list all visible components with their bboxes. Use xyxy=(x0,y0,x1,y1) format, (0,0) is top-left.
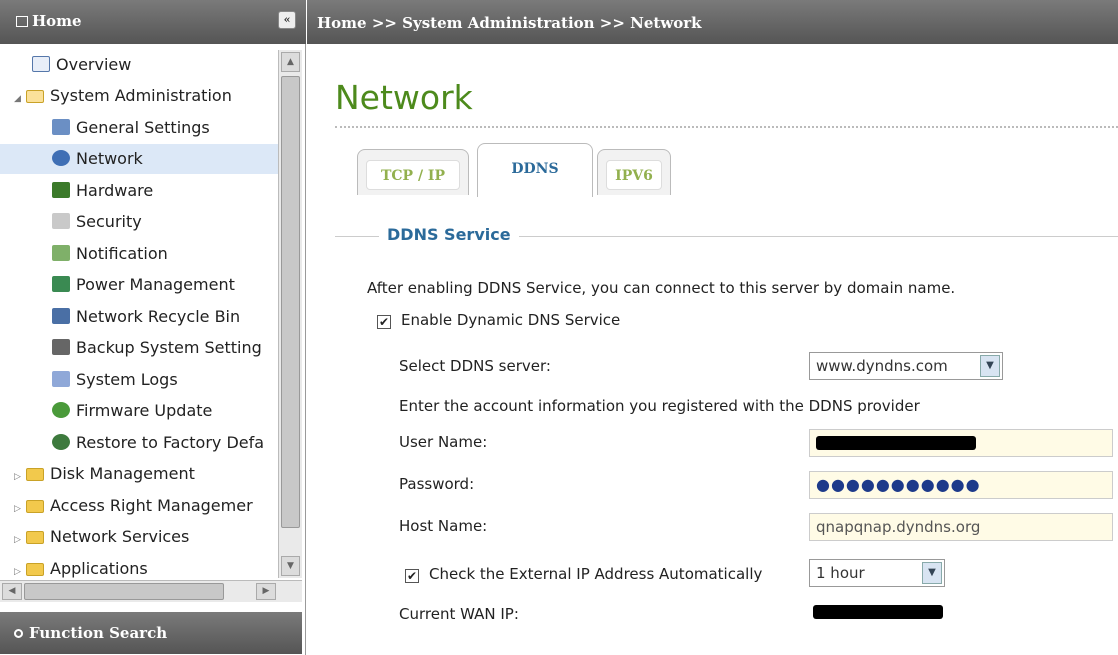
collapsed-arrow-icon: ▷ xyxy=(14,535,21,545)
tree-item-system-administration[interactable]: ◢ System Administration xyxy=(14,81,232,111)
logs-icon xyxy=(52,371,70,387)
chevron-down-icon: ▼ xyxy=(922,562,942,584)
hscroll-thumb[interactable] xyxy=(24,583,224,600)
tree-item-system-logs[interactable]: System Logs xyxy=(52,365,178,395)
title-divider xyxy=(335,126,1118,128)
password-input[interactable]: ●●●●●●●●●●● xyxy=(809,471,1113,499)
tree-item-overview[interactable]: Overview xyxy=(32,50,131,80)
notification-icon xyxy=(52,245,70,261)
nav-tree: Overview ◢ System Administration General … xyxy=(0,50,278,580)
function-search-bar[interactable]: Function Search xyxy=(0,612,302,654)
tree-item-power-management[interactable]: Power Management xyxy=(52,270,235,300)
page-title: Network xyxy=(335,78,473,117)
enable-ddns-checkbox[interactable]: ✔ xyxy=(377,315,391,329)
check-external-ip-row[interactable]: ✔ Check the External IP Address Automatic… xyxy=(405,565,762,583)
scroll-up-icon[interactable]: ▲ xyxy=(281,52,300,72)
home-icon xyxy=(16,16,28,27)
tree-item-security[interactable]: Security xyxy=(52,207,142,237)
hardware-icon xyxy=(52,182,70,198)
lock-icon xyxy=(52,213,70,229)
ddns-fieldset: DDNS Service After enabling DDNS Service… xyxy=(335,225,1118,655)
folder-icon xyxy=(26,468,44,481)
scroll-right-icon[interactable]: ▶ xyxy=(256,583,276,600)
enable-ddns-row[interactable]: ✔ Enable Dynamic DNS Service xyxy=(377,311,620,329)
ddns-server-select[interactable]: www.dyndns.com ▼ xyxy=(809,352,1003,380)
folder-open-icon xyxy=(26,90,44,103)
general-settings-icon xyxy=(52,119,70,135)
collapsed-arrow-icon: ▷ xyxy=(14,567,21,577)
tree-item-network-services[interactable]: ▷ Network Services xyxy=(14,522,189,552)
overview-icon xyxy=(32,56,50,72)
breadcrumb: Home >> System Administration >> Network xyxy=(307,0,1118,44)
tree-item-hardware[interactable]: Hardware xyxy=(52,176,153,206)
tree-item-notification[interactable]: Notification xyxy=(52,239,168,269)
power-icon xyxy=(52,276,70,292)
scroll-thumb[interactable] xyxy=(281,76,300,528)
restore-icon xyxy=(52,434,70,450)
tree-item-restore-factory[interactable]: Restore to Factory Defa xyxy=(52,428,264,458)
tab-tcp-ip[interactable]: TCP / IP xyxy=(357,149,469,195)
redacted-wan-ip xyxy=(813,605,943,619)
tree-item-backup-system-setting[interactable]: Backup System Setting xyxy=(52,333,262,363)
horizontal-scrollbar[interactable]: ◀ ▶ xyxy=(0,580,302,602)
host-name-input[interactable]: qnapqnap.dyndns.org xyxy=(809,513,1113,541)
content-panel: Home >> System Administration >> Network… xyxy=(307,0,1118,655)
tree-item-network[interactable]: Network xyxy=(0,144,278,174)
firmware-update-icon xyxy=(52,402,70,418)
host-name-label: Host Name: xyxy=(399,517,488,535)
folder-icon xyxy=(26,531,44,544)
check-interval-select[interactable]: 1 hour ▼ xyxy=(809,559,945,587)
user-name-input[interactable] xyxy=(809,429,1113,457)
chevron-down-icon: ▼ xyxy=(980,355,1000,377)
recycle-bin-icon xyxy=(52,308,70,324)
scroll-left-icon[interactable]: ◀ xyxy=(2,583,22,600)
scroll-down-icon[interactable]: ▼ xyxy=(281,556,300,576)
tree-item-general-settings[interactable]: General Settings xyxy=(52,113,210,143)
tree-item-applications[interactable]: ▷ Applications xyxy=(14,554,148,580)
wan-ip-label: Current WAN IP: xyxy=(399,605,519,623)
expanded-arrow-icon: ◢ xyxy=(14,94,21,104)
navigation-panel: Home « Overview ◢ System Administration G… xyxy=(0,0,306,655)
tab-ipv6[interactable]: IPV6 xyxy=(597,149,671,195)
redacted-user-name xyxy=(816,436,976,450)
tab-ddns[interactable]: DDNS xyxy=(477,143,593,197)
folder-icon xyxy=(26,563,44,576)
vertical-scrollbar[interactable]: ▲ ▼ xyxy=(278,50,302,578)
collapsed-arrow-icon: ▷ xyxy=(14,472,21,482)
tree-item-network-recycle-bin[interactable]: Network Recycle Bin xyxy=(52,302,240,332)
folder-icon xyxy=(26,500,44,513)
backup-icon xyxy=(52,339,70,355)
function-search-label: Function Search xyxy=(29,624,168,642)
tree-item-firmware-update[interactable]: Firmware Update xyxy=(52,396,212,426)
tree-item-disk-management[interactable]: ▷ Disk Management xyxy=(14,459,195,489)
tree-item-access-right-management[interactable]: ▷ Access Right Managemer xyxy=(14,491,253,521)
search-icon xyxy=(14,629,23,638)
ddns-server-label: Select DDNS server: xyxy=(399,357,551,375)
network-icon xyxy=(52,150,70,166)
nav-title: Home xyxy=(32,12,82,30)
user-name-label: User Name: xyxy=(399,433,488,451)
account-info-text: Enter the account information you regist… xyxy=(399,397,920,415)
collapse-panel-button[interactable]: « xyxy=(278,11,296,29)
check-external-ip-checkbox[interactable]: ✔ xyxy=(405,569,419,583)
ddns-legend: DDNS Service xyxy=(379,225,519,244)
app-window: Home « Overview ◢ System Administration G… xyxy=(0,0,1118,655)
password-label: Password: xyxy=(399,475,475,493)
ddns-intro-text: After enabling DDNS Service, you can con… xyxy=(367,279,956,297)
collapsed-arrow-icon: ▷ xyxy=(14,504,21,514)
nav-header: Home « xyxy=(0,0,306,44)
